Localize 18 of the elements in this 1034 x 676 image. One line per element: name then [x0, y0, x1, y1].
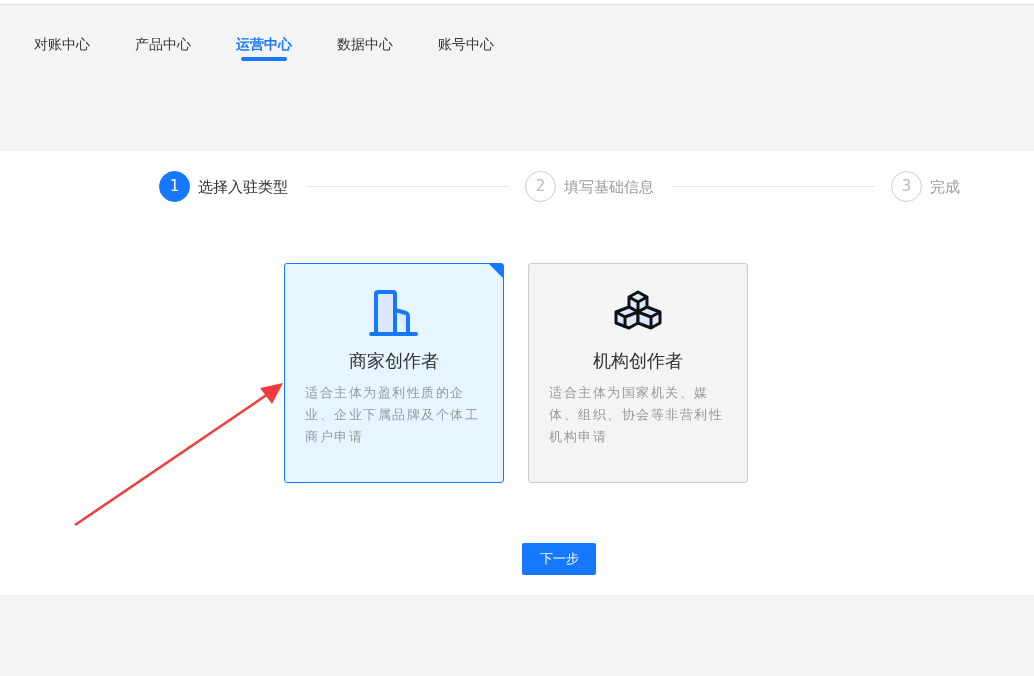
building-icon	[369, 290, 419, 337]
step-label: 选择入驻类型	[198, 177, 288, 198]
step-label: 完成	[930, 177, 960, 198]
type-card[interactable]: 商家创作者 适合主体为盈利性质的企业、企业下属品牌及个体工商户申请	[284, 263, 504, 483]
selected-corner-icon	[489, 264, 503, 278]
nav-tab[interactable]: 对账中心	[34, 27, 90, 61]
card-description: 适合主体为盈利性质的企业、企业下属品牌及个体工商户申请	[305, 384, 480, 446]
card-title: 商家创作者	[348, 349, 440, 373]
nav-tab[interactable]: 产品中心	[135, 27, 191, 61]
nav-tab[interactable]: 数据中心	[337, 27, 393, 61]
step-label: 填写基础信息	[564, 177, 654, 198]
card-title: 机构创作者	[592, 349, 684, 373]
card-description: 适合主体为国家机关、媒体、组织、协会等非营利性机构申请	[549, 384, 724, 446]
nav-tab[interactable]: 运营中心	[236, 27, 292, 61]
next-button[interactable]: 下一步	[522, 543, 596, 575]
nav-tab[interactable]: 账号中心	[438, 27, 494, 61]
step-number: 1	[159, 171, 190, 202]
type-card[interactable]: 机构创作者 适合主体为国家机关、媒体、组织、协会等非营利性机构申请	[528, 263, 748, 483]
